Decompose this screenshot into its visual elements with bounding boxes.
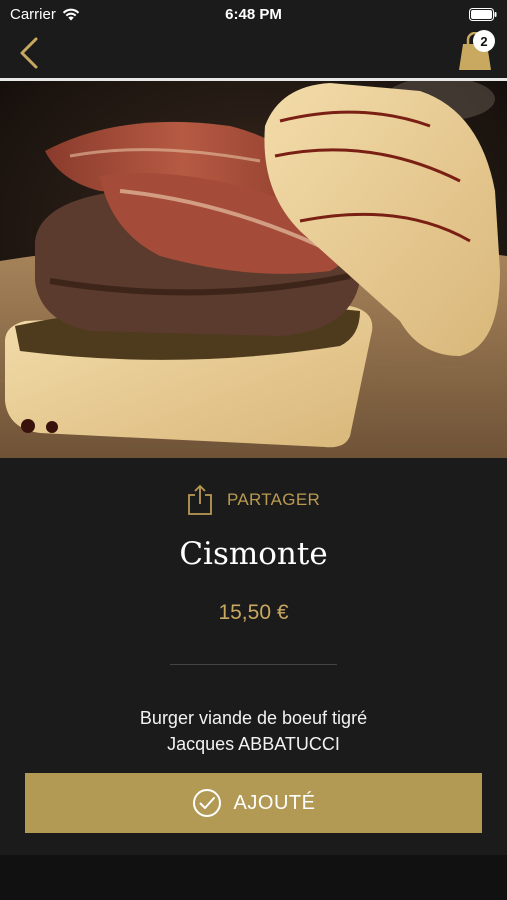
battery-icon — [469, 7, 497, 21]
product-image — [0, 81, 507, 458]
check-circle-icon — [192, 789, 221, 817]
bottom-bar — [0, 855, 507, 900]
chevron-left-icon — [20, 37, 38, 69]
divider — [170, 664, 337, 665]
cart-count-badge: 2 — [473, 30, 495, 52]
added-button[interactable]: AJOUTÉ — [25, 773, 482, 833]
burger-illustration — [0, 81, 507, 458]
product-price: 15,50 € — [218, 601, 289, 624]
status-bar: Carrier 6:48 PM — [0, 0, 507, 28]
carrier-label: Carrier — [10, 5, 56, 23]
added-label: AJOUTÉ — [233, 791, 316, 814]
share-label: PARTAGER — [226, 490, 321, 509]
product-name: Cismonte — [179, 536, 328, 572]
back-button[interactable] — [14, 36, 44, 70]
cart-button[interactable]: 2 — [453, 30, 495, 72]
share-button[interactable]: PARTAGER — [0, 482, 507, 518]
description-line-2: Jacques ABBATUCCI — [167, 734, 340, 754]
navigation-bar: 2 — [0, 28, 507, 78]
product-description: Burger viande de boeuf tigré Jacques ABB… — [60, 705, 447, 757]
share-icon — [188, 484, 212, 515]
wifi-icon — [62, 8, 80, 20]
description-line-1: Burger viande de boeuf tigré — [139, 708, 368, 728]
